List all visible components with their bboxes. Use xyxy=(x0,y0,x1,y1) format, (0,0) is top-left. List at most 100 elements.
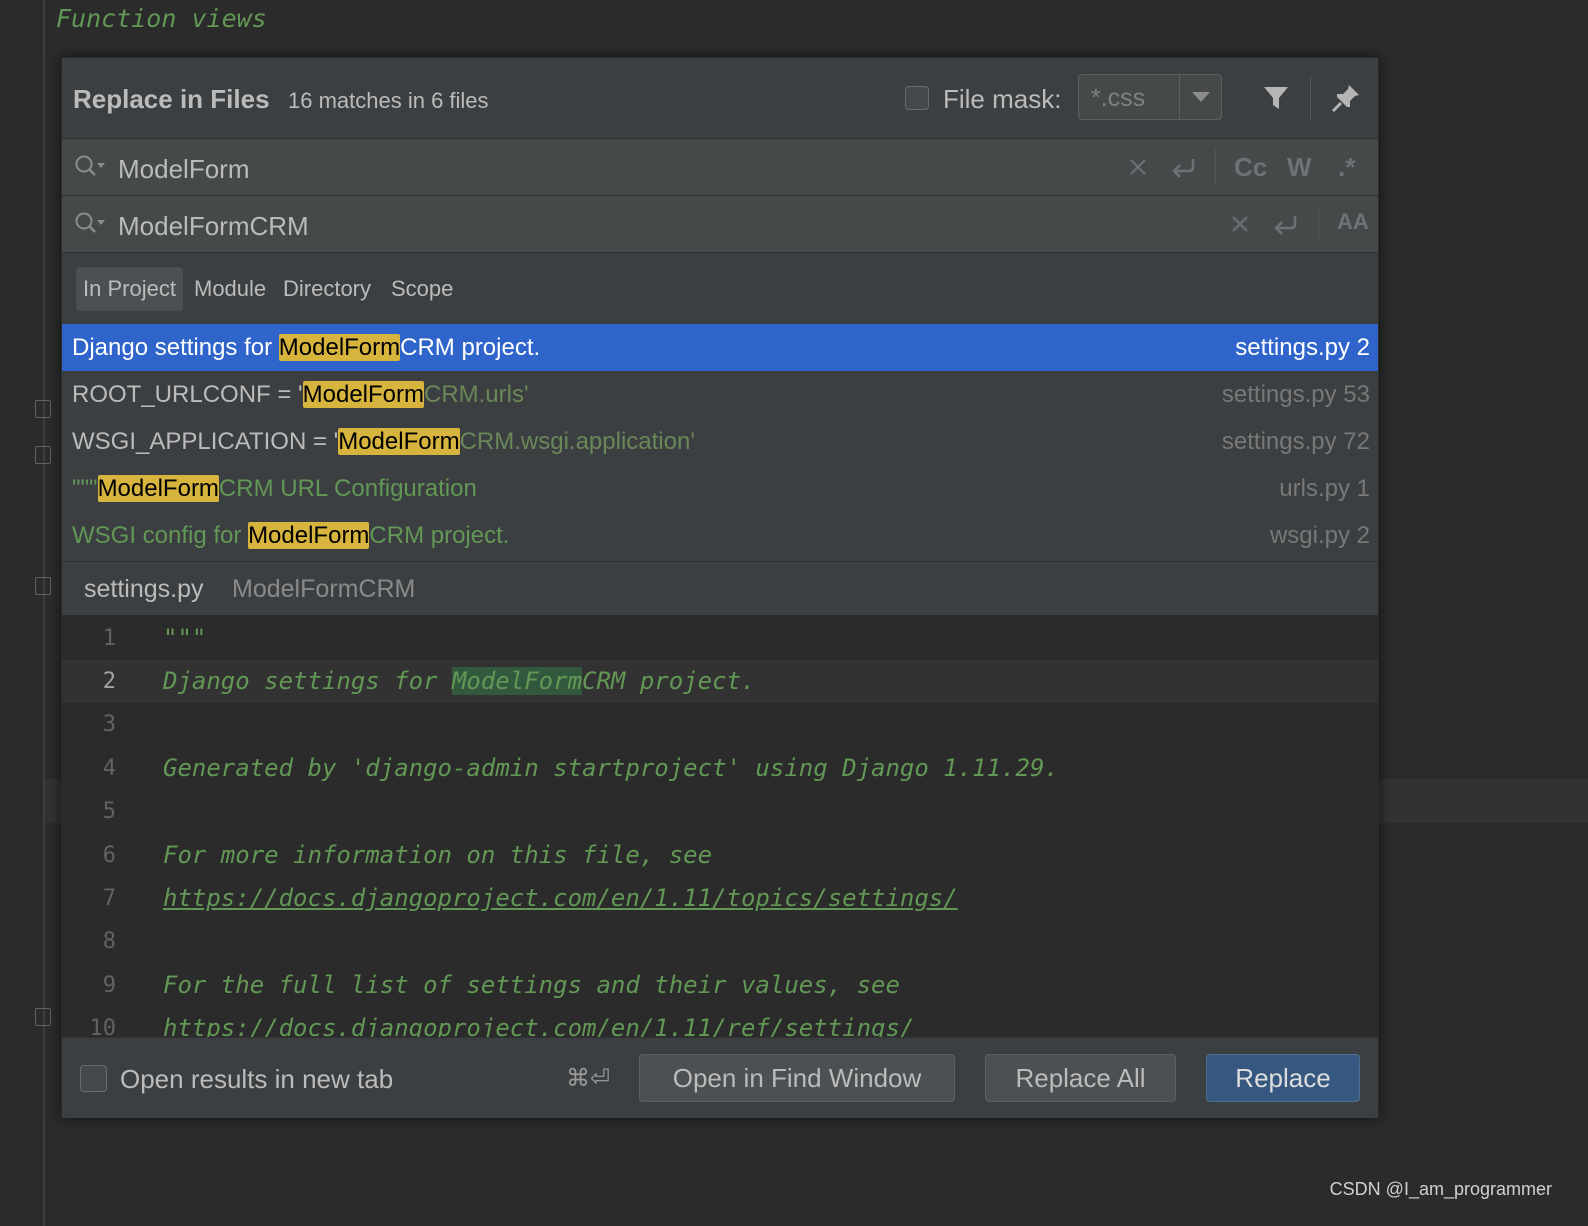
result-text: """ xyxy=(72,475,98,502)
line-number: 3 xyxy=(102,712,116,737)
replace-field-row: ModelFormCRM AA xyxy=(62,195,1378,252)
code-text: For the full list of settings and their … xyxy=(163,971,900,999)
code-line: 5 xyxy=(62,790,1378,833)
tab-directory[interactable]: Directory xyxy=(276,267,378,311)
filter-icon[interactable] xyxy=(1262,84,1290,112)
line-number: 7 xyxy=(102,886,116,911)
fold-marker-icon[interactable] xyxy=(35,577,51,595)
editor-gutter-line xyxy=(43,0,45,1226)
result-file: settings.py 72 xyxy=(1221,428,1370,455)
dialog-footer: Open results in new tab ⌘⏎ Open in Find … xyxy=(62,1037,1378,1118)
fold-marker-icon[interactable] xyxy=(35,446,51,464)
result-row[interactable]: WSGI config for ModelFormCRM project. ws… xyxy=(62,512,1378,559)
code-line: 4 Generated by 'django-admin startprojec… xyxy=(62,747,1378,790)
result-text: CRM project. xyxy=(369,522,510,549)
line-number: 1 xyxy=(102,626,116,651)
code-text: """ xyxy=(163,624,207,652)
dialog-header: Replace in Files 16 matches in 6 files F… xyxy=(62,58,1378,138)
code-line: 10 https://docs.djangoproject.com/en/1.1… xyxy=(62,1007,1378,1037)
clear-search-icon[interactable] xyxy=(1129,158,1147,176)
open-new-tab-checkbox[interactable] xyxy=(80,1065,107,1092)
result-row[interactable]: Django settings for ModelFormCRM project… xyxy=(62,324,1378,371)
result-file: settings.py 53 xyxy=(1221,381,1370,408)
code-text: Django settings for xyxy=(163,667,452,695)
combobox-divider xyxy=(1179,75,1180,119)
search-input[interactable]: ModelForm xyxy=(118,154,249,185)
result-row[interactable]: WSGI_APPLICATION = 'ModelFormCRM.wsgi.ap… xyxy=(62,418,1378,465)
shortcut-hint: ⌘⏎ xyxy=(566,1065,611,1092)
tab-in-project[interactable]: In Project xyxy=(76,267,183,311)
clear-replace-icon[interactable] xyxy=(1231,215,1249,233)
result-text: CRM project. xyxy=(400,334,541,361)
line-number: 4 xyxy=(102,756,116,781)
background-code-line: Function views xyxy=(56,4,267,33)
file-mask-combobox[interactable]: *.css xyxy=(1078,74,1222,120)
open-new-tab-label: Open results in new tab xyxy=(120,1064,394,1094)
result-text: ROOT_URLCONF = ' xyxy=(72,381,303,408)
result-row[interactable]: ROOT_URLCONF = 'ModelFormCRM.urls' setti… xyxy=(62,371,1378,418)
result-text: CRM URL Configuration xyxy=(218,475,477,502)
new-line-icon[interactable] xyxy=(1271,210,1299,238)
code-line: 9 For the full list of settings and thei… xyxy=(62,964,1378,1007)
match-case-toggle[interactable]: Cc xyxy=(1234,152,1267,183)
code-link[interactable]: https://docs.djangoproject.com/en/1.11/t… xyxy=(163,884,958,912)
result-file: wsgi.py 2 xyxy=(1269,522,1370,549)
line-number: 10 xyxy=(89,1016,117,1037)
search-history-icon[interactable] xyxy=(74,154,108,180)
code-line: 6 For more information on this file, see xyxy=(62,834,1378,877)
line-number: 5 xyxy=(102,799,116,824)
preview-project-name: ModelFormCRM xyxy=(232,575,416,603)
fold-marker-icon[interactable] xyxy=(35,1008,51,1026)
file-mask-value[interactable]: *.css xyxy=(1091,84,1145,113)
result-file: urls.py 1 xyxy=(1279,475,1370,502)
match-highlight: ModelForm xyxy=(338,428,460,455)
replace-input[interactable]: ModelFormCRM xyxy=(118,211,309,242)
tab-scope[interactable]: Scope xyxy=(384,267,460,311)
result-text: WSGI config for xyxy=(72,522,249,549)
result-text: WSGI_APPLICATION = ' xyxy=(72,428,339,455)
search-field-row: ModelForm Cc W .* xyxy=(62,138,1378,195)
line-number: 9 xyxy=(102,973,116,998)
line-number: 8 xyxy=(102,929,116,954)
preserve-case-toggle[interactable]: AA xyxy=(1337,209,1369,235)
code-text: For more information on this file, see xyxy=(163,841,713,869)
match-highlight: ModelForm xyxy=(248,522,370,549)
preview-file-name: settings.py xyxy=(84,575,204,603)
open-in-find-window-button[interactable]: Open in Find Window xyxy=(639,1054,955,1102)
chevron-down-icon[interactable] xyxy=(1192,92,1210,102)
result-row[interactable]: """ModelFormCRM URL Configuration urls.p… xyxy=(62,465,1378,512)
tab-module[interactable]: Module xyxy=(187,267,273,311)
replace-all-button[interactable]: Replace All xyxy=(985,1054,1176,1102)
regex-toggle[interactable]: .* xyxy=(1338,152,1355,183)
code-line: 7 https://docs.djangoproject.com/en/1.11… xyxy=(62,877,1378,920)
code-match-highlight: ModelForm xyxy=(451,667,583,695)
result-file: settings.py 2 xyxy=(1235,334,1370,361)
replace-button[interactable]: Replace xyxy=(1206,1054,1360,1102)
preview-editor[interactable]: 1 """ 2 Django settings for ModelFormCRM… xyxy=(62,615,1378,1037)
whole-words-toggle[interactable]: W xyxy=(1287,152,1312,183)
scope-tabs: In Project Module Directory Scope xyxy=(62,252,1378,325)
replace-history-icon[interactable] xyxy=(74,211,108,237)
line-number: 6 xyxy=(102,843,116,868)
file-mask-checkbox[interactable] xyxy=(905,86,929,110)
new-line-icon[interactable] xyxy=(1169,153,1197,181)
line-number: 2 xyxy=(102,669,116,694)
match-summary: 16 matches in 6 files xyxy=(288,88,489,113)
field-divider xyxy=(1215,148,1216,186)
field-divider xyxy=(1318,205,1319,243)
watermark: CSDN @I_am_programmer xyxy=(1329,1179,1552,1199)
code-line: 8 xyxy=(62,920,1378,963)
match-highlight: ModelForm xyxy=(97,475,219,502)
code-text: Generated by 'django-admin startproject'… xyxy=(163,754,1059,782)
code-text: CRM project. xyxy=(582,667,756,695)
code-line-current: 2 Django settings for ModelFormCRM proje… xyxy=(62,660,1378,703)
fold-marker-icon[interactable] xyxy=(35,400,51,418)
code-line: 1 """ xyxy=(62,617,1378,660)
match-highlight: ModelForm xyxy=(278,334,401,361)
dialog-title: Replace in Files xyxy=(73,84,270,114)
code-link[interactable]: https://docs.djangoproject.com/en/1.11/r… xyxy=(163,1014,914,1037)
pin-icon[interactable] xyxy=(1330,82,1362,114)
result-text: CRM.urls' xyxy=(423,381,529,408)
match-highlight: ModelForm xyxy=(302,381,424,408)
code-line: 3 xyxy=(62,703,1378,746)
